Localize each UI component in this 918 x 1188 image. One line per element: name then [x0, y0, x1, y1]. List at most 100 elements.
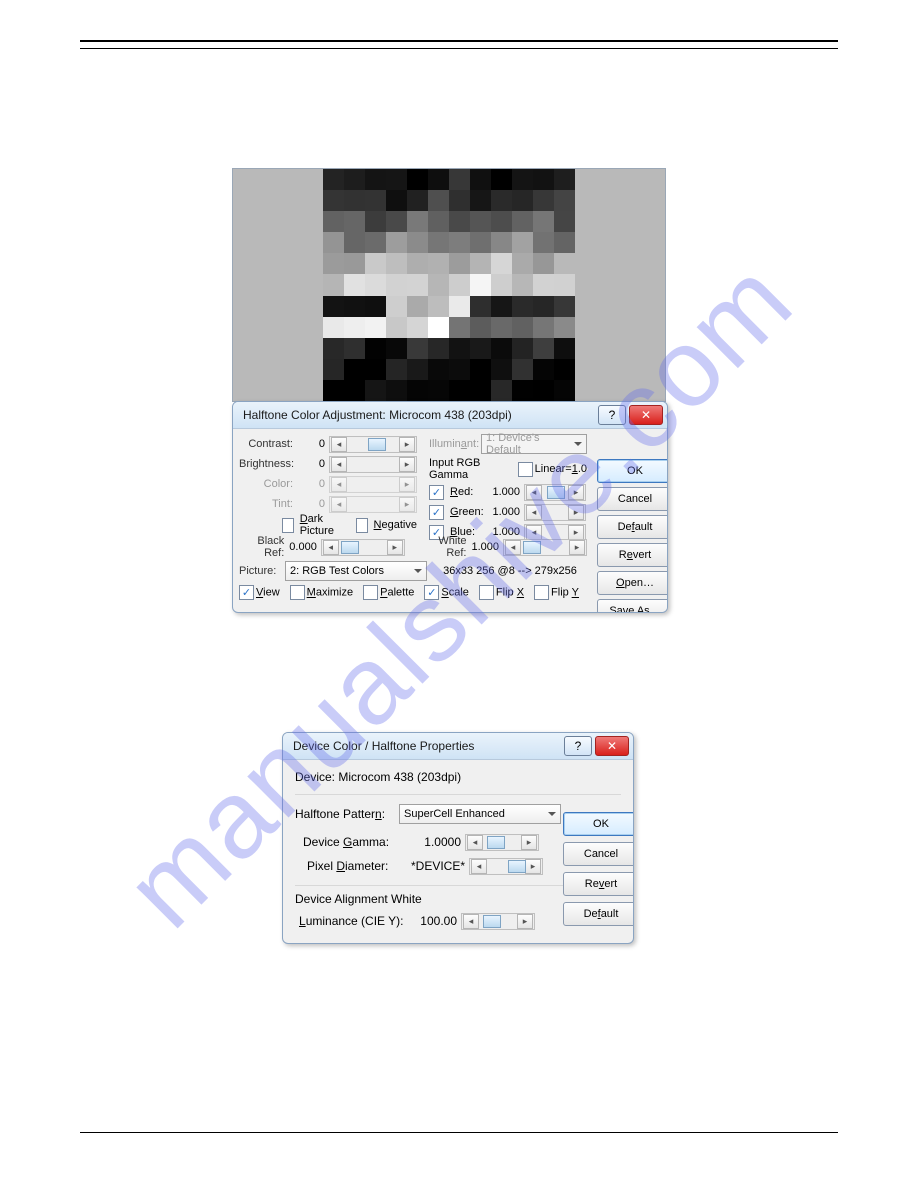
left-arrow-icon[interactable]: ◂ [471, 859, 487, 874]
illuminant-select: 1: Device's Default [481, 434, 587, 454]
scale-checkbox[interactable]: ✓ [424, 585, 439, 600]
device-color-halftone-properties-dialog: Device Color / Halftone Properties ? ✕ D… [282, 732, 634, 944]
help-icon: ? [609, 409, 616, 421]
brightness-value: 0 [297, 458, 325, 470]
picture-select[interactable]: 2: RGB Test Colors [285, 561, 427, 581]
green-value: 1.000 [486, 506, 520, 518]
titlebar[interactable]: Halftone Color Adjustment: Microcom 438 … [233, 402, 667, 429]
contrast-value: 0 [297, 438, 325, 450]
status-text: 36x33 256 @8 --> 279x256 [433, 565, 587, 577]
ok-button[interactable]: OK [563, 812, 634, 836]
right-arrow-icon[interactable]: ▸ [525, 859, 541, 874]
red-checkbox[interactable]: ✓ [429, 485, 444, 500]
black-ref-label: Black Ref: [239, 535, 284, 559]
cancel-button[interactable]: Cancel [563, 842, 634, 866]
luminance-value: 100.00 [411, 914, 457, 928]
open-button[interactable]: Open… [597, 571, 668, 595]
left-arrow-icon[interactable]: ◂ [331, 437, 347, 452]
cancel-button[interactable]: Cancel [597, 487, 668, 511]
device-label: Device: [295, 770, 335, 784]
green-label: Green: [450, 506, 482, 518]
dark-picture-checkbox[interactable] [282, 518, 293, 533]
save-as-button[interactable]: Save As… [597, 599, 668, 613]
right-arrow-icon[interactable]: ▸ [568, 505, 584, 520]
tint-slider: ◂ ▸ [329, 496, 417, 513]
maximize-label: Maximize [307, 587, 353, 599]
preview-pane [232, 168, 666, 402]
contrast-label: Contrast: [239, 438, 293, 450]
help-button[interactable]: ? [598, 405, 626, 425]
linear10-checkbox[interactable] [518, 462, 532, 477]
left-arrow-icon[interactable]: ◂ [505, 540, 521, 555]
halftone-pattern-select[interactable]: SuperCell Enhanced [399, 804, 561, 824]
help-button[interactable]: ? [564, 736, 592, 756]
linear10-label: Linear=1.0 [535, 463, 587, 475]
close-button[interactable]: ✕ [595, 736, 629, 756]
scale-label: Scale [441, 587, 469, 599]
brightness-slider[interactable]: ◂ ▸ [329, 456, 417, 473]
green-checkbox[interactable]: ✓ [429, 505, 444, 520]
maximize-checkbox[interactable] [290, 585, 305, 600]
luminance-label: Luminance (CIE Y): [295, 914, 407, 928]
left-arrow-icon: ◂ [331, 477, 347, 492]
flipy-label: Flip Y [551, 587, 579, 599]
view-checkbox[interactable]: ✓ [239, 585, 254, 600]
left-arrow-icon[interactable]: ◂ [323, 540, 339, 555]
right-arrow-icon: ▸ [399, 477, 415, 492]
pixel-diameter-slider[interactable]: ◂▸ [469, 858, 543, 875]
negative-checkbox[interactable] [356, 518, 367, 533]
left-arrow-icon[interactable]: ◂ [526, 485, 542, 500]
right-arrow-icon[interactable]: ▸ [521, 835, 537, 850]
device-gamma-slider[interactable]: ◂▸ [465, 834, 539, 851]
color-slider: ◂ ▸ [329, 476, 417, 493]
halftone-color-adjustment-dialog: Halftone Color Adjustment: Microcom 438 … [232, 401, 668, 613]
negative-label: Negative [374, 519, 417, 531]
device-gamma-label: Device Gamma: [295, 835, 403, 849]
white-ref-value: 1.000 [471, 541, 500, 553]
black-ref-value: 0.000 [288, 541, 317, 553]
tint-label: Tint: [239, 498, 293, 510]
device-value: Microcom 438 (203dpi) [338, 770, 461, 784]
right-arrow-icon[interactable]: ▸ [399, 437, 415, 452]
left-arrow-icon[interactable]: ◂ [467, 835, 483, 850]
flipx-label: Flip X [496, 587, 524, 599]
contrast-slider[interactable]: ◂ ▸ [329, 436, 417, 453]
left-arrow-icon: ◂ [331, 497, 347, 512]
red-slider[interactable]: ◂▸ [524, 484, 586, 501]
flipx-checkbox[interactable] [479, 585, 494, 600]
device-gamma-value: 1.0000 [407, 835, 461, 849]
revert-button[interactable]: Revert [597, 543, 668, 567]
flipy-checkbox[interactable] [534, 585, 549, 600]
right-arrow-icon[interactable]: ▸ [517, 914, 533, 929]
white-ref-slider[interactable]: ◂▸ [503, 539, 587, 556]
color-value: 0 [297, 478, 325, 490]
default-button[interactable]: Default [597, 515, 668, 539]
left-arrow-icon[interactable]: ◂ [331, 457, 347, 472]
green-slider[interactable]: ◂▸ [524, 504, 586, 521]
tint-value: 0 [297, 498, 325, 510]
dark-picture-label: Dark Picture [300, 513, 344, 537]
luminance-slider[interactable]: ◂▸ [461, 913, 535, 930]
pixel-diameter-label: Pixel Diameter: [295, 859, 407, 873]
right-arrow-icon[interactable]: ▸ [569, 540, 585, 555]
revert-button[interactable]: Revert [563, 872, 634, 896]
right-arrow-icon[interactable]: ▸ [568, 485, 584, 500]
black-ref-slider[interactable]: ◂▸ [321, 539, 405, 556]
left-arrow-icon[interactable]: ◂ [526, 505, 542, 520]
preview-image [323, 169, 575, 401]
input-rgb-gamma-label: Input RGB Gamma [429, 457, 518, 481]
palette-checkbox[interactable] [363, 585, 378, 600]
titlebar[interactable]: Device Color / Halftone Properties ? ✕ [283, 733, 633, 760]
illuminant-label: Illuminant: [429, 438, 477, 450]
default-button[interactable]: Default [563, 902, 634, 926]
right-arrow-icon: ▸ [399, 497, 415, 512]
white-ref-label: White Ref: [421, 535, 466, 559]
right-arrow-icon[interactable]: ▸ [399, 457, 415, 472]
page-bottom-rule [80, 1132, 838, 1133]
dialog-title: Halftone Color Adjustment: Microcom 438 … [243, 408, 598, 422]
left-arrow-icon[interactable]: ◂ [463, 914, 479, 929]
picture-label: Picture: [239, 565, 279, 577]
right-arrow-icon[interactable]: ▸ [387, 540, 403, 555]
close-button[interactable]: ✕ [629, 405, 663, 425]
ok-button[interactable]: OK [597, 459, 668, 483]
